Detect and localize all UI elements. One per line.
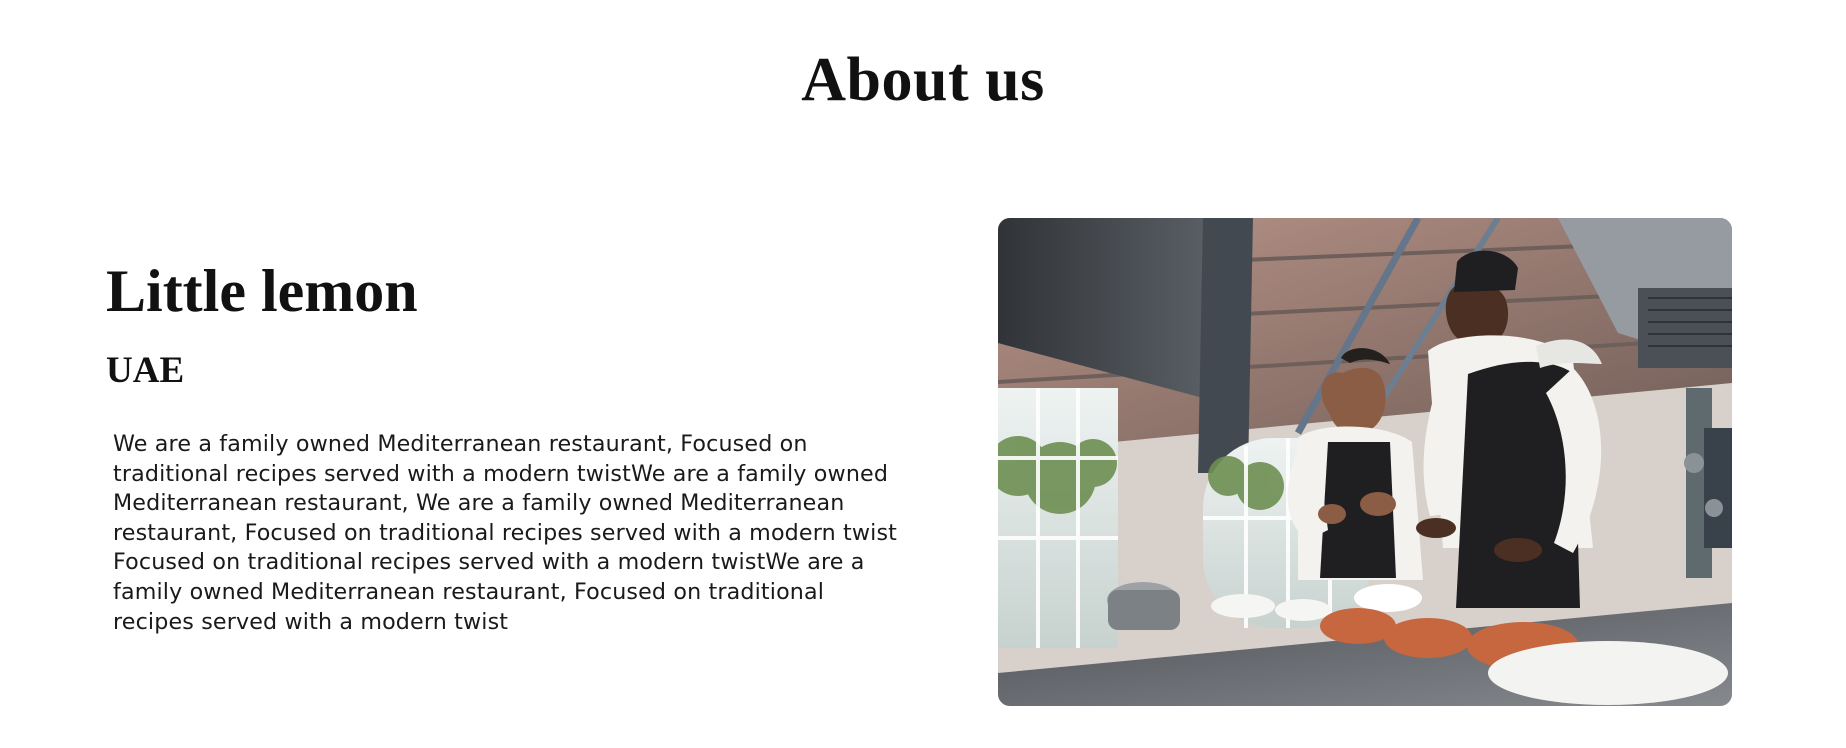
chefs-photo <box>998 218 1732 706</box>
chefs-kitchen-image <box>998 218 1732 706</box>
page-title: About us <box>801 46 1045 114</box>
restaurant-location: UAE <box>106 350 185 391</box>
restaurant-name: Little lemon <box>106 258 418 324</box>
about-description: We are a family owned Mediterranean rest… <box>113 431 898 635</box>
